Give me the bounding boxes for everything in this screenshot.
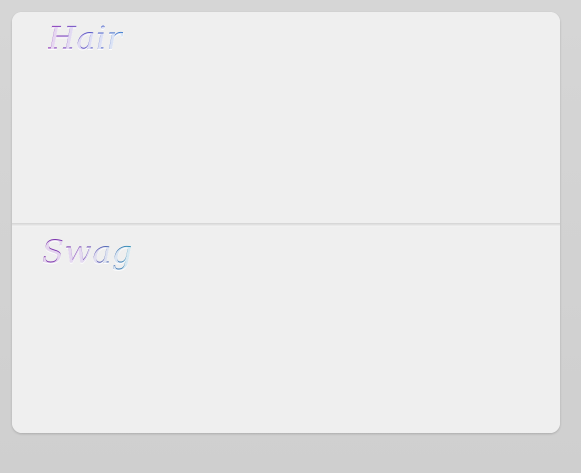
app-frame: Hair Swag [0, 0, 581, 473]
section-title-hair: Hair [48, 19, 123, 57]
content-panel: Hair Swag [12, 12, 560, 433]
section-title-swag: Swag [42, 233, 133, 271]
